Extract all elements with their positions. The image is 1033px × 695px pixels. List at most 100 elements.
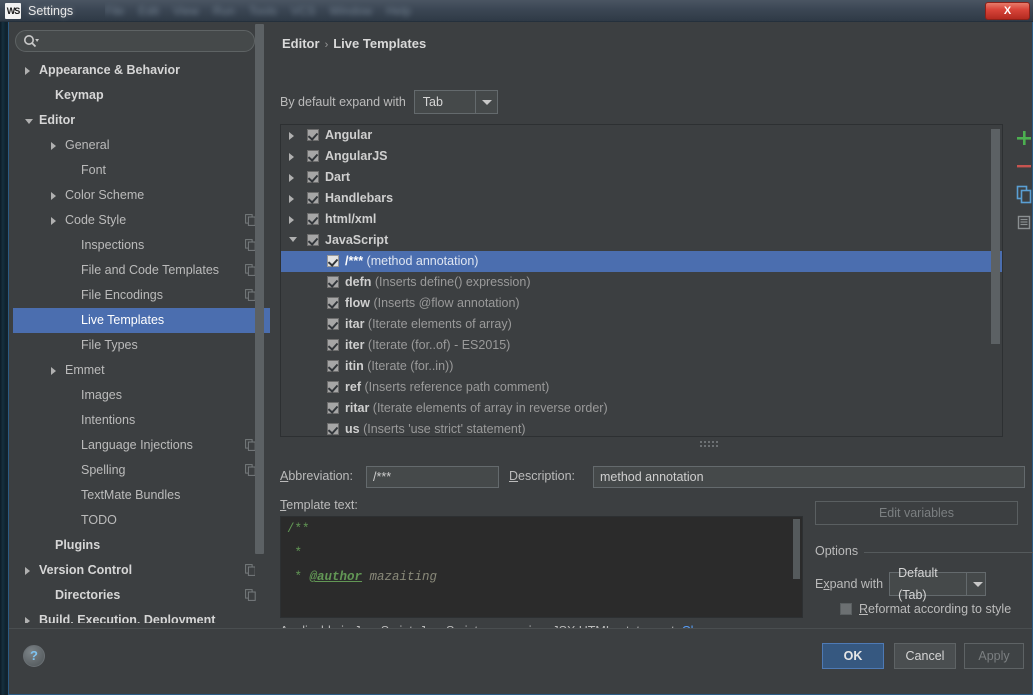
settings-category-tree[interactable]: Appearance & Behavior Keymap Editor General… — [13, 58, 270, 623]
help-icon[interactable]: ? — [23, 645, 45, 667]
sidebar-item-version-control[interactable]: Version Control — [13, 558, 270, 583]
abbreviation-input[interactable] — [366, 466, 499, 488]
duplicate-icon[interactable] — [1010, 180, 1033, 208]
sidebar-item-file-and-code-templates[interactable]: File and Code Templates — [13, 258, 270, 283]
template-row[interactable]: iter (Iterate (for..of) - ES2015) — [281, 335, 1002, 356]
template-row[interactable]: us (Inserts 'use strict' statement) — [281, 419, 1002, 436]
sidebar-item-label: TextMate Bundles — [81, 488, 181, 502]
breadcrumb-parent[interactable]: Editor — [282, 36, 320, 51]
sidebar-item-images[interactable]: Images — [13, 383, 270, 408]
sidebar-item-emmet[interactable]: Emmet — [13, 358, 270, 383]
template-group-row[interactable]: AngularJS — [281, 146, 1002, 167]
template-enabled-checkbox[interactable] — [307, 129, 319, 141]
splitter-grip[interactable] — [700, 441, 726, 448]
chevron-right-icon[interactable] — [51, 217, 56, 225]
chevron-down-icon[interactable] — [289, 237, 297, 242]
edit-variables-button[interactable]: Edit variables — [815, 501, 1018, 525]
sidebar-item-plugins[interactable]: Plugins — [13, 533, 270, 558]
cancel-button[interactable]: Cancel — [894, 643, 956, 669]
sidebar-item-live-templates[interactable]: Live Templates — [13, 308, 270, 333]
template-enabled-checkbox[interactable] — [327, 360, 339, 372]
template-abbreviation: /*** — [345, 254, 364, 268]
sidebar-item-file-encodings[interactable]: File Encodings — [13, 283, 270, 308]
template-enabled-checkbox[interactable] — [327, 255, 339, 267]
chevron-right-icon[interactable] — [51, 142, 56, 150]
expand-with-select[interactable]: Default (Tab) — [889, 566, 987, 602]
sidebar-item-directories[interactable]: Directories — [13, 583, 270, 608]
template-row[interactable]: ref (Inserts reference path comment) — [281, 377, 1002, 398]
sidebar-search[interactable] — [15, 30, 255, 52]
chevron-right-icon[interactable] — [289, 153, 294, 161]
template-enabled-checkbox[interactable] — [307, 234, 319, 246]
sidebar-item-keymap[interactable]: Keymap — [13, 83, 270, 108]
template-row[interactable]: ritar (Iterate elements of array in reve… — [281, 398, 1002, 419]
templates-scrollbar-thumb[interactable] — [991, 129, 1000, 344]
templates-tree[interactable]: Angular AngularJS Dart Handlebars html/xml Ja… — [280, 124, 1003, 437]
template-text-editor[interactable]: /** * * @author mazaiting — [280, 516, 803, 618]
chevron-right-icon[interactable] — [25, 617, 30, 623]
sidebar-scrollbar[interactable] — [255, 22, 264, 587]
editor-scrollbar-thumb[interactable] — [793, 519, 800, 579]
chevron-right-icon[interactable] — [289, 174, 294, 182]
apply-button[interactable]: Apply — [964, 643, 1024, 669]
sidebar-item-color-scheme[interactable]: Color Scheme — [13, 183, 270, 208]
template-row[interactable]: itar (Iterate elements of array) — [281, 314, 1002, 335]
reformat-checkbox[interactable] — [840, 603, 852, 615]
chevron-right-icon[interactable] — [289, 132, 294, 140]
template-enabled-checkbox[interactable] — [307, 171, 319, 183]
templates-scrollbar[interactable] — [991, 127, 1000, 436]
reformat-checkbox-row[interactable]: Reformat according to style — [840, 602, 1011, 616]
sidebar-scrollbar-thumb[interactable] — [255, 24, 264, 554]
template-row[interactable]: defn (Inserts define() expression) — [281, 272, 1002, 293]
sidebar-item-editor[interactable]: Editor — [13, 108, 270, 133]
search-input[interactable] — [45, 32, 245, 50]
template-enabled-checkbox[interactable] — [327, 423, 339, 435]
sidebar-item-appearance-behavior[interactable]: Appearance & Behavior — [13, 58, 270, 83]
sidebar-item-build-execution-deployment[interactable]: Build, Execution, Deployment — [13, 608, 270, 623]
chevron-down-icon[interactable] — [474, 91, 497, 113]
sidebar-item-code-style[interactable]: Code Style — [13, 208, 270, 233]
chevron-down-icon[interactable] — [25, 119, 33, 124]
sidebar-item-textmate-bundles[interactable]: TextMate Bundles — [13, 483, 270, 508]
sidebar-item-intentions[interactable]: Intentions — [13, 408, 270, 433]
sidebar-item-inspections[interactable]: Inspections — [13, 233, 270, 258]
sidebar-item-file-types[interactable]: File Types — [13, 333, 270, 358]
template-group-icon[interactable] — [1010, 208, 1033, 236]
remove-icon[interactable] — [1010, 152, 1033, 180]
template-enabled-checkbox[interactable] — [327, 339, 339, 351]
template-group-row[interactable]: Dart — [281, 167, 1002, 188]
sidebar-item-spelling[interactable]: Spelling — [13, 458, 270, 483]
template-group-row[interactable]: html/xml — [281, 209, 1002, 230]
template-row[interactable]: /*** (method annotation) — [281, 251, 1002, 272]
description-input[interactable] — [593, 466, 1025, 488]
template-row[interactable]: itin (Iterate (for..in)) — [281, 356, 1002, 377]
chevron-right-icon[interactable] — [51, 192, 56, 200]
chevron-right-icon[interactable] — [289, 216, 294, 224]
add-icon[interactable] — [1010, 124, 1033, 152]
template-enabled-checkbox[interactable] — [327, 276, 339, 288]
template-enabled-checkbox[interactable] — [307, 150, 319, 162]
template-group-row[interactable]: Angular — [281, 125, 1002, 146]
template-group-row[interactable]: Handlebars — [281, 188, 1002, 209]
default-expand-select[interactable]: Tab — [413, 90, 498, 114]
sidebar-item-todo[interactable]: TODO — [13, 508, 270, 533]
sidebar-item-general[interactable]: General — [13, 133, 270, 158]
template-enabled-checkbox[interactable] — [327, 381, 339, 393]
template-enabled-checkbox[interactable] — [307, 192, 319, 204]
template-enabled-checkbox[interactable] — [327, 297, 339, 309]
template-enabled-checkbox[interactable] — [327, 402, 339, 414]
template-row[interactable]: flow (Inserts @flow annotation) — [281, 293, 1002, 314]
sidebar-item-label: Spelling — [81, 463, 126, 477]
chevron-down-icon[interactable] — [966, 573, 985, 595]
chevron-right-icon[interactable] — [289, 195, 294, 203]
close-icon[interactable]: X — [985, 2, 1030, 20]
sidebar-item-language-injections[interactable]: Language Injections — [13, 433, 270, 458]
chevron-right-icon[interactable] — [25, 67, 30, 75]
template-enabled-checkbox[interactable] — [327, 318, 339, 330]
chevron-right-icon[interactable] — [51, 367, 56, 375]
ok-button[interactable]: OK — [822, 643, 884, 669]
template-enabled-checkbox[interactable] — [307, 213, 319, 225]
sidebar-item-font[interactable]: Font — [13, 158, 270, 183]
template-group-row[interactable]: JavaScript — [281, 230, 1002, 251]
chevron-right-icon[interactable] — [25, 567, 30, 575]
